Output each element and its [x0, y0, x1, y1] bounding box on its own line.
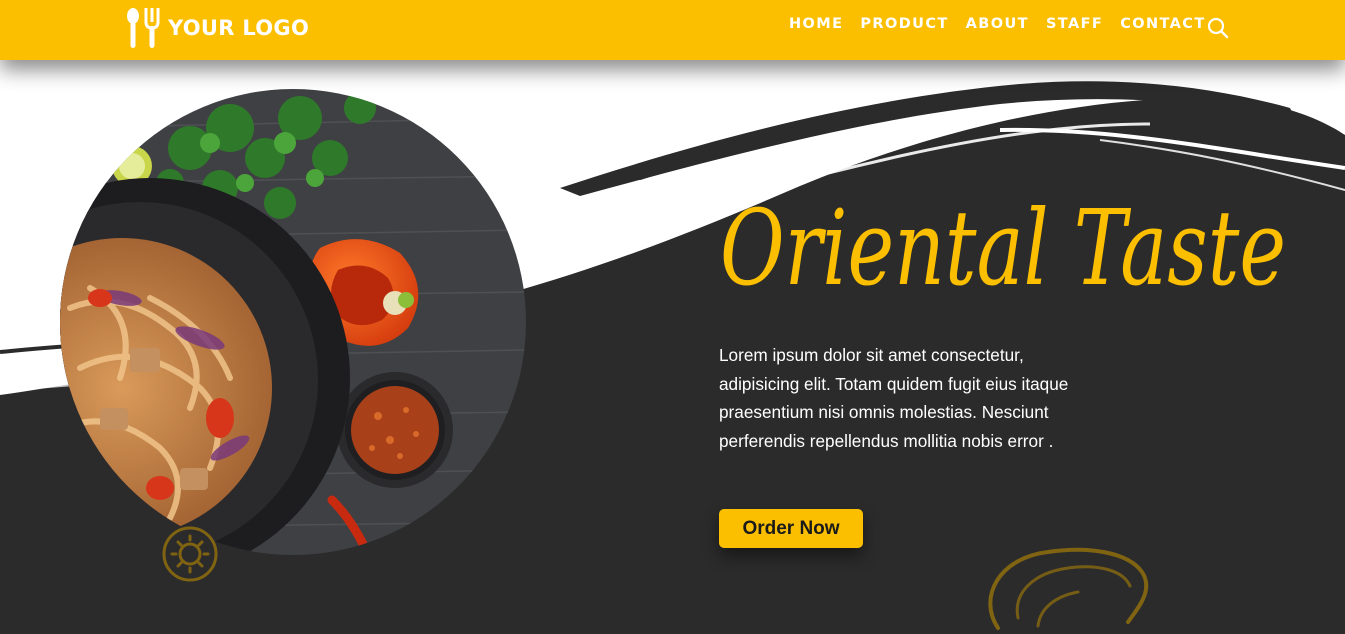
food-photo [60, 89, 526, 555]
hero-title: Oriental Taste [720, 187, 1286, 309]
nav-item-product[interactable]: PRODUCT [860, 16, 948, 32]
nav-item-staff[interactable]: STAFF [1046, 16, 1103, 32]
hero-description: Lorem ipsum dolor sit amet consectetur, … [719, 345, 1069, 451]
top-navbar: YOUR LOGO HOME PRODUCT ABOUT STAFF CONTA… [0, 0, 1345, 60]
main-menu: HOME PRODUCT ABOUT STAFF CONTACT [789, 14, 1223, 34]
nav-item-contact[interactable]: CONTACT [1120, 16, 1205, 32]
nav-item-home[interactable]: HOME [789, 16, 843, 32]
sun-outline-icon [162, 526, 218, 582]
logo[interactable]: YOUR LOGO [124, 6, 309, 50]
bean-outline-icon [988, 547, 1149, 630]
hero-title-text: Oriental Taste [720, 187, 1286, 309]
search-icon[interactable] [1206, 16, 1230, 40]
order-now-button[interactable]: Order Now [719, 509, 863, 548]
nav-item-about[interactable]: ABOUT [966, 16, 1029, 32]
logo-text: YOUR LOGO [168, 16, 310, 40]
spoon-fork-icon [127, 8, 160, 48]
